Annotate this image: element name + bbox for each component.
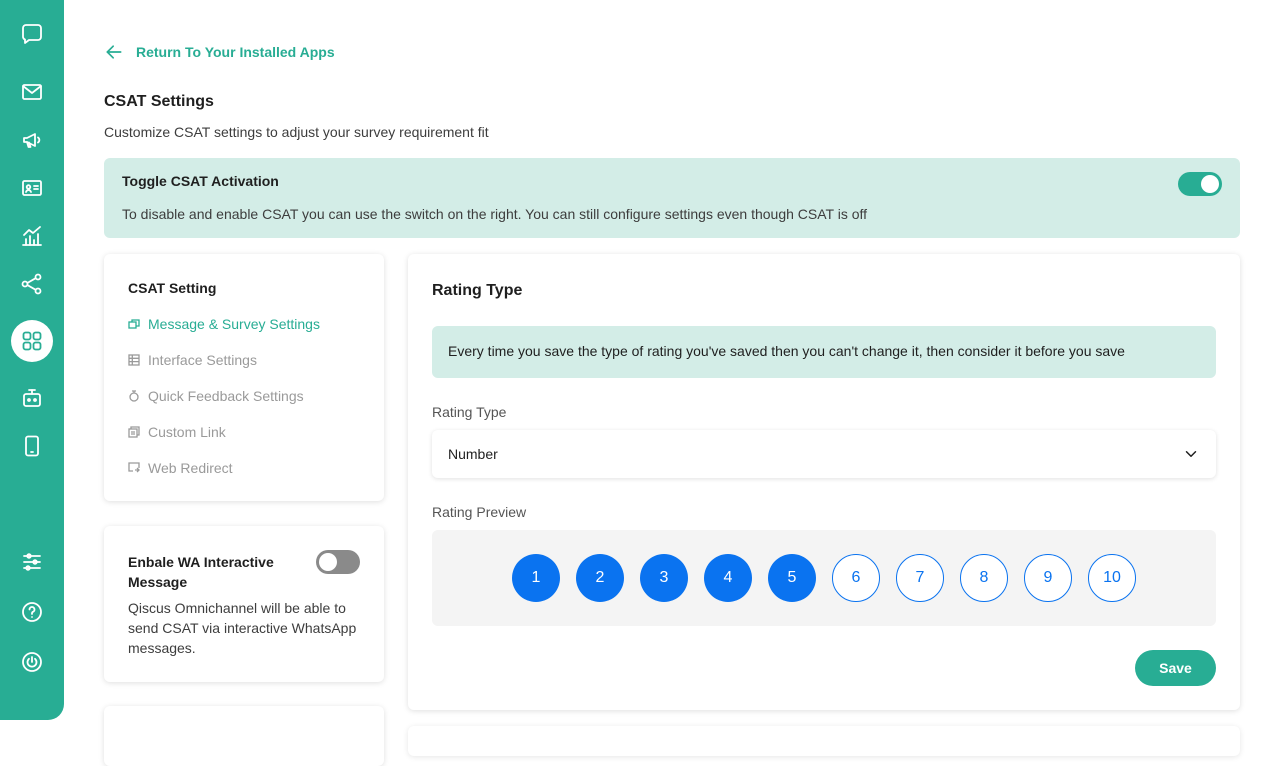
- wa-interactive-toggle[interactable]: [316, 550, 360, 574]
- back-link-label: Return To Your Installed Apps: [136, 44, 335, 60]
- back-to-installed-apps-link[interactable]: Return To Your Installed Apps: [104, 42, 335, 62]
- activation-title: Toggle CSAT Activation: [122, 173, 279, 189]
- rating-option: 5: [768, 554, 816, 602]
- share-icon[interactable]: [12, 264, 52, 304]
- page-subtitle: Customize CSAT settings to adjust your s…: [104, 124, 489, 140]
- custom-link-icon: [128, 426, 140, 438]
- web-redirect-icon: [128, 462, 140, 473]
- wa-interactive-title: Enbale WA Interactive Message: [128, 554, 274, 590]
- save-button[interactable]: Save: [1135, 650, 1216, 686]
- wa-interactive-message-card: Enbale WA Interactive Message Qiscus Omn…: [104, 526, 384, 682]
- mail-icon[interactable]: [12, 72, 52, 112]
- rating-type-value: Number: [448, 446, 498, 462]
- megaphone-icon[interactable]: [12, 120, 52, 160]
- rating-card-title: Rating Type: [432, 282, 523, 299]
- menu-item-quick-feedback-settings[interactable]: Quick Feedback Settings: [128, 388, 304, 404]
- rating-type-select[interactable]: Number: [432, 430, 1216, 478]
- toggle-knob: [1201, 175, 1219, 193]
- rating-type-label: Rating Type: [432, 404, 507, 420]
- rating-option: 8: [960, 554, 1008, 602]
- menu-item-label: Custom Link: [148, 424, 226, 440]
- rating-preview-panel: 1 2 3 4 5 6 7 8 9 10: [432, 530, 1216, 626]
- settings-menu-title: CSAT Setting: [128, 280, 217, 296]
- bot-icon[interactable]: [12, 378, 52, 418]
- csat-activation-banner: Toggle CSAT Activation To disable and en…: [104, 158, 1240, 238]
- analytics-icon[interactable]: [12, 216, 52, 256]
- power-icon[interactable]: [12, 642, 52, 682]
- rating-option: 10: [1088, 554, 1136, 602]
- rating-preview-label: Rating Preview: [432, 504, 527, 520]
- rating-option: 6: [832, 554, 880, 602]
- rating-option: 9: [1024, 554, 1072, 602]
- menu-item-label: Quick Feedback Settings: [148, 388, 304, 404]
- chevron-down-icon: [1185, 451, 1197, 457]
- next-section-card: [408, 726, 1240, 756]
- menu-item-label: Message & Survey Settings: [148, 316, 320, 332]
- menu-item-label: Interface Settings: [148, 352, 257, 368]
- quick-feedback-icon: [129, 390, 139, 402]
- rating-type-card: Rating Type Every time you save the type…: [408, 254, 1240, 710]
- activation-description: To disable and enable CSAT you can use t…: [122, 206, 868, 222]
- interface-grid-icon: [128, 354, 140, 366]
- rating-option: 7: [896, 554, 944, 602]
- csat-activation-toggle[interactable]: [1178, 172, 1222, 196]
- menu-item-message-survey-settings[interactable]: Message & Survey Settings: [128, 316, 320, 332]
- settings-sliders-icon[interactable]: [12, 542, 52, 582]
- rating-scale: 1 2 3 4 5 6 7 8 9 10: [512, 554, 1136, 602]
- rating-type-notice: Every time you save the type of rating y…: [432, 326, 1216, 378]
- menu-item-custom-link[interactable]: Custom Link: [128, 424, 226, 440]
- rating-option: 4: [704, 554, 752, 602]
- rating-option: 3: [640, 554, 688, 602]
- help-icon[interactable]: [12, 592, 52, 632]
- chat-logo-icon[interactable]: [12, 14, 52, 54]
- rating-option: 2: [576, 554, 624, 602]
- menu-item-interface-settings[interactable]: Interface Settings: [128, 352, 257, 368]
- additional-settings-card: [104, 706, 384, 766]
- arrow-left-icon: [106, 45, 122, 59]
- page-title: CSAT Settings: [104, 93, 214, 110]
- mobile-icon[interactable]: [12, 426, 52, 466]
- csat-settings-menu: CSAT Setting Message & Survey Settings I…: [104, 254, 384, 501]
- rating-option: 1: [512, 554, 560, 602]
- toggle-knob: [319, 553, 337, 571]
- menu-item-label: Web Redirect: [148, 460, 233, 476]
- menu-item-web-redirect[interactable]: Web Redirect: [128, 460, 233, 476]
- sidebar-nav: [0, 0, 64, 720]
- apps-grid-icon[interactable]: [11, 320, 53, 362]
- contact-card-icon[interactable]: [12, 168, 52, 208]
- wa-interactive-description: Qiscus Omnichannel will be able to send …: [128, 600, 357, 656]
- message-survey-icon: [128, 319, 140, 329]
